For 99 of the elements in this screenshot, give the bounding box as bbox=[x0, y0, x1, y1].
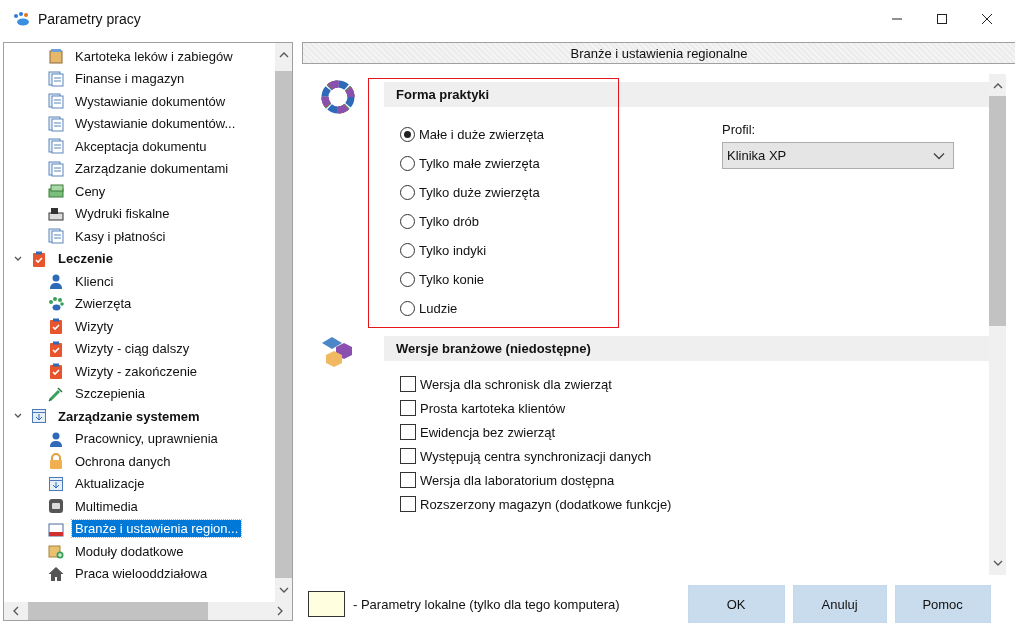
scroll-down-icon[interactable] bbox=[278, 586, 289, 594]
syringe-icon bbox=[48, 385, 64, 402]
cancel-button[interactable]: Anuluj bbox=[792, 585, 887, 623]
scrollbar-thumb[interactable] bbox=[28, 602, 208, 620]
clipboard-icon bbox=[48, 363, 64, 380]
chevron-down-icon bbox=[933, 151, 945, 160]
radio-option[interactable]: Tylko konie bbox=[400, 265, 722, 294]
scrollbar-thumb[interactable] bbox=[989, 96, 1006, 326]
tree-item[interactable]: Zarządzanie dokumentami bbox=[72, 160, 232, 178]
radio-button[interactable] bbox=[400, 185, 415, 200]
scroll-down-icon[interactable] bbox=[992, 559, 1003, 567]
radio-option[interactable]: Małe i duże zwierzęta bbox=[400, 120, 722, 149]
download-window-icon bbox=[31, 408, 47, 425]
checkbox[interactable] bbox=[400, 496, 416, 512]
maximize-icon[interactable] bbox=[936, 13, 948, 25]
radio-button[interactable] bbox=[400, 156, 415, 171]
tree-item[interactable]: Klienci bbox=[72, 272, 117, 290]
section-title: Wersje branżowe (niedostępne) bbox=[396, 341, 591, 356]
tree-item[interactable]: Kasy i płatności bbox=[72, 227, 169, 245]
tree-item[interactable]: Wystawianie dokumentów bbox=[72, 92, 229, 110]
help-button[interactable]: Pomoc bbox=[894, 585, 991, 623]
clipboard-icon bbox=[48, 340, 64, 357]
radio-option[interactable]: Tylko duże zwierzęta bbox=[400, 178, 722, 207]
tree-item[interactable]: Kartoteka leków i zabiegów bbox=[72, 47, 236, 65]
checkbox-option[interactable]: Wersja dla schronisk dla zwierząt bbox=[400, 372, 989, 396]
tree-item[interactable]: Branże i ustawienia region... bbox=[72, 520, 242, 538]
download-window-icon bbox=[48, 475, 64, 492]
document-icon bbox=[48, 115, 64, 132]
document-icon bbox=[48, 160, 64, 177]
checkbox-option[interactable]: Rozszerzony magazyn (dodatkowe funkcje) bbox=[400, 492, 989, 516]
legend-text: - Parametry lokalne (tylko dla tego komputera) bbox=[353, 596, 620, 612]
checkbox-option[interactable]: Wersja dla laboratorium dostępna bbox=[400, 468, 989, 492]
legend-swatch bbox=[308, 591, 345, 617]
checkbox-option[interactable]: Występują centra synchronizacji danych bbox=[400, 444, 989, 468]
tree-item[interactable]: Szczepienia bbox=[72, 385, 149, 403]
radio-option[interactable]: Tylko drób bbox=[400, 207, 722, 236]
tree-item[interactable]: Wizyty - zakończenie bbox=[72, 362, 201, 380]
radio-button[interactable] bbox=[400, 301, 415, 316]
radio-option[interactable]: Tylko małe zwierzęta bbox=[400, 149, 722, 178]
scroll-up-icon[interactable] bbox=[992, 82, 1003, 90]
tree-item[interactable]: Wizyty bbox=[72, 317, 117, 335]
color-ring-icon bbox=[320, 79, 356, 115]
tree-item[interactable]: Akceptacja dokumentu bbox=[72, 137, 210, 155]
tree-item[interactable]: Ochrona danych bbox=[72, 452, 174, 470]
scroll-up-icon[interactable] bbox=[278, 51, 289, 59]
film-icon bbox=[48, 498, 64, 515]
field-label: Profil: bbox=[722, 122, 757, 137]
window-title: Parametry pracy bbox=[38, 11, 141, 27]
clipboard-icon bbox=[31, 250, 47, 267]
folder-icon bbox=[48, 520, 64, 537]
tree-item[interactable]: Pracownicy, uprawnienia bbox=[72, 430, 221, 448]
tree-group[interactable]: Leczenie bbox=[55, 250, 116, 268]
radio-option[interactable]: Ludzie bbox=[400, 294, 722, 323]
document-icon bbox=[48, 93, 64, 110]
tree-item[interactable]: Zwierzęta bbox=[72, 295, 135, 313]
document-icon bbox=[48, 138, 64, 155]
tree-item[interactable]: Finanse i magazyn bbox=[72, 70, 188, 88]
box-icon bbox=[48, 543, 64, 560]
scroll-left-icon[interactable] bbox=[12, 606, 20, 616]
checkbox[interactable] bbox=[400, 472, 416, 488]
tree-item[interactable]: Multimedia bbox=[72, 497, 141, 515]
clipboard-icon bbox=[48, 318, 64, 335]
tree-item[interactable]: Praca wielooddziałowa bbox=[72, 565, 211, 583]
person-icon bbox=[48, 273, 64, 290]
radio-option[interactable]: Tylko indyki bbox=[400, 236, 722, 265]
paw-logo-icon bbox=[12, 11, 32, 27]
close-icon[interactable] bbox=[981, 13, 993, 25]
radio-button[interactable] bbox=[400, 127, 415, 142]
ok-button[interactable]: OK bbox=[687, 585, 785, 623]
person-icon bbox=[48, 430, 64, 447]
tree-item[interactable]: Aktualizacje bbox=[72, 475, 148, 493]
scroll-right-icon[interactable] bbox=[276, 606, 284, 616]
tree-item[interactable]: Wystawianie dokumentów... bbox=[72, 115, 239, 133]
checkbox-option[interactable]: Ewidencja bez zwierząt bbox=[400, 420, 989, 444]
checkbox[interactable] bbox=[400, 424, 416, 440]
box-icon bbox=[48, 48, 64, 65]
tree-group[interactable]: Zarządzanie systemem bbox=[55, 407, 203, 425]
lock-icon bbox=[48, 453, 64, 470]
profile-dropdown[interactable]: Klinika XP bbox=[722, 142, 954, 169]
checkbox-option[interactable]: Prosta kartoteka klientów bbox=[400, 396, 989, 420]
radio-button[interactable] bbox=[400, 272, 415, 287]
tree-item[interactable]: Ceny bbox=[72, 182, 109, 200]
radio-button[interactable] bbox=[400, 214, 415, 229]
checkbox[interactable] bbox=[400, 448, 416, 464]
document-icon bbox=[48, 70, 64, 87]
banknotes-icon bbox=[48, 183, 64, 200]
document-icon bbox=[48, 228, 64, 245]
radio-button[interactable] bbox=[400, 243, 415, 258]
section-title: Forma praktyki bbox=[396, 87, 490, 102]
checkbox[interactable] bbox=[400, 400, 416, 416]
printer-icon bbox=[48, 205, 64, 222]
checkbox[interactable] bbox=[400, 376, 416, 392]
tree-item[interactable]: Moduły dodatkowe bbox=[72, 542, 187, 560]
panel-title: Branże i ustawienia regionalne bbox=[570, 45, 748, 61]
tree-item[interactable]: Wydruki fiskalne bbox=[72, 205, 173, 223]
house-icon bbox=[48, 565, 64, 582]
tree-item[interactable]: Wizyty - ciąg dalszy bbox=[72, 340, 193, 358]
scrollbar-thumb[interactable] bbox=[275, 71, 292, 578]
paw-icon bbox=[48, 295, 64, 312]
